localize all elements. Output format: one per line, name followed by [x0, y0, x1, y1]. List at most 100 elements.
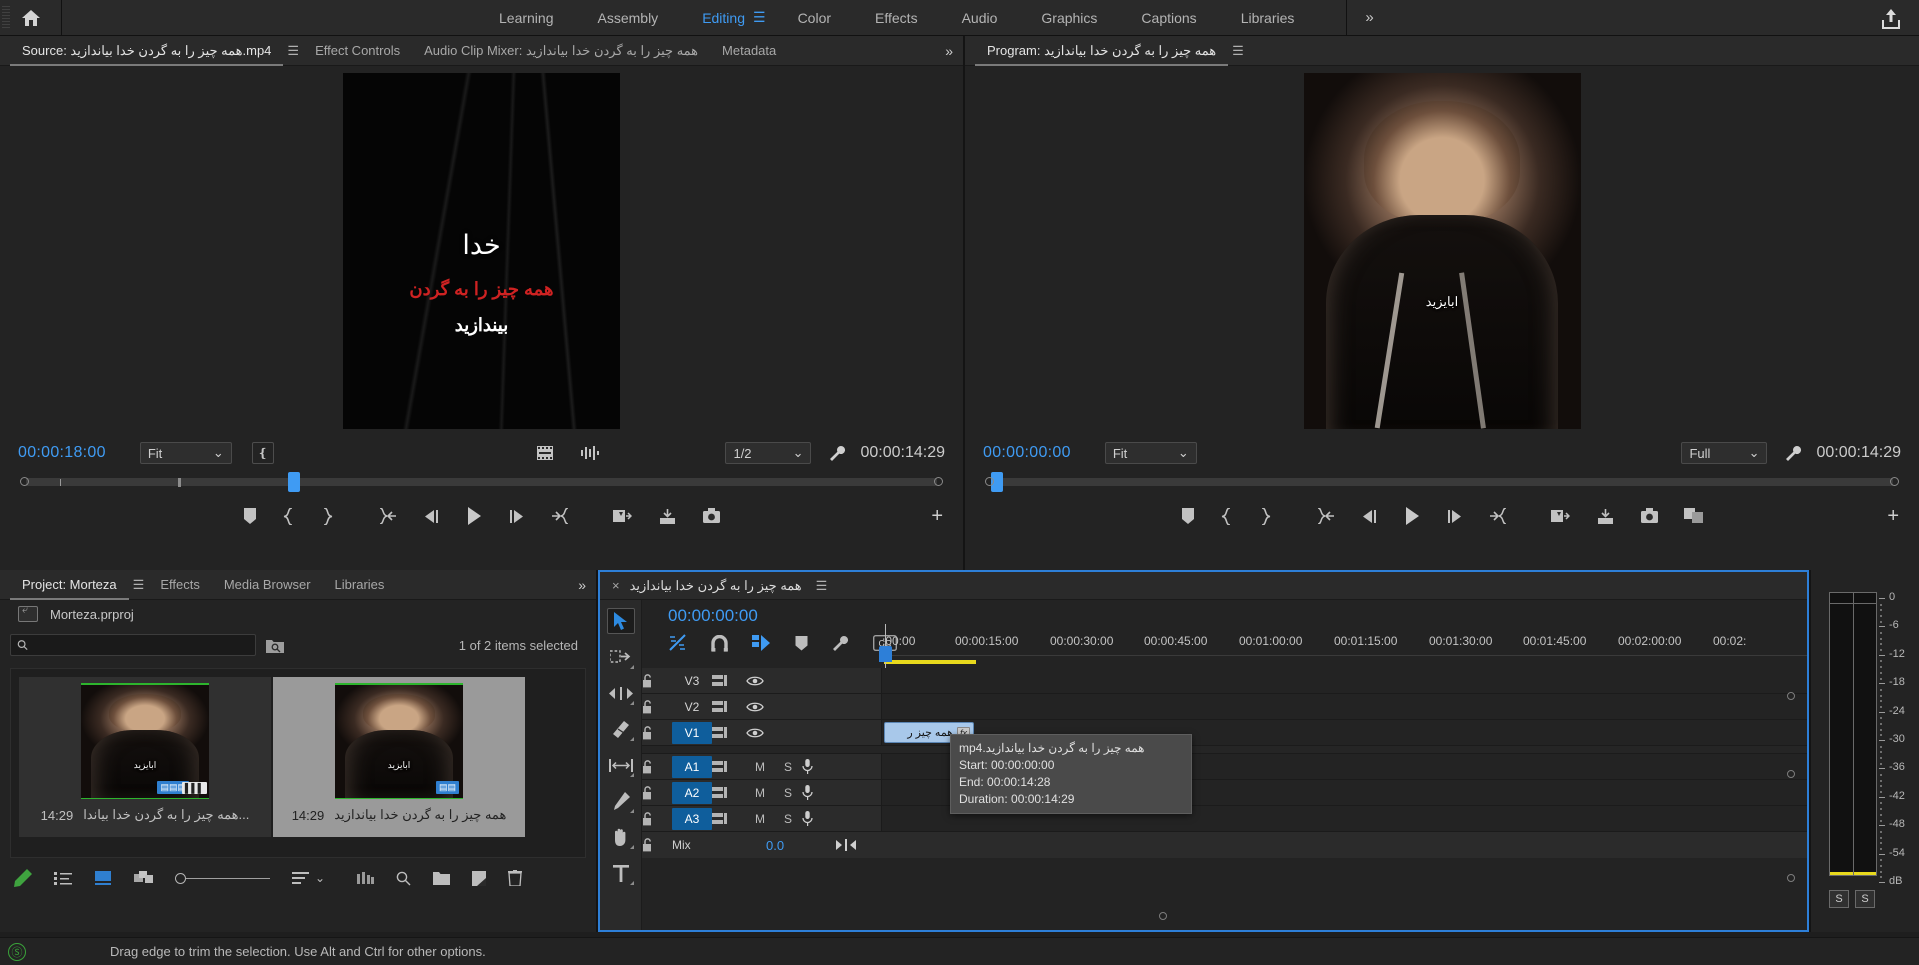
linked-selection-button[interactable]	[752, 634, 771, 652]
track-name-a3[interactable]: A3	[672, 807, 712, 830]
tab-effect-controls[interactable]: Effect Controls	[303, 36, 412, 66]
program-monitor-stage[interactable]: ابایزید	[965, 66, 1919, 436]
timeline-ruler[interactable]: :00:00 00:00:15:00 00:00:30:00 00:00:45:…	[882, 600, 1807, 668]
timeline-track-height-a-dot[interactable]	[1787, 770, 1795, 778]
program-export-frame-button[interactable]	[1640, 508, 1658, 524]
track-lock-icon-v1[interactable]	[642, 725, 672, 740]
source-step-back-button[interactable]	[423, 509, 440, 524]
track-lock-icon-a1[interactable]	[642, 759, 672, 774]
icon-view-button[interactable]	[94, 871, 112, 885]
track-name-v3[interactable]: V3	[672, 670, 712, 692]
parent-bin-icon[interactable]	[18, 604, 38, 622]
track-eye-icon-v3[interactable]	[746, 675, 780, 687]
program-go-to-out-button[interactable]	[1489, 508, 1509, 524]
clear-button[interactable]	[508, 870, 523, 886]
track-row-v3[interactable]: V3	[642, 668, 1807, 694]
track-select-forward-tool[interactable]	[607, 644, 635, 670]
project-item-1-thumbnail[interactable]: ابایزید ▤▤	[335, 683, 463, 799]
track-row-a2[interactable]: A2 M S	[642, 780, 1807, 806]
program-mark-in-button[interactable]	[1221, 507, 1233, 525]
source-video-frame[interactable]: خدا همه چیز را به گردن بیندازید	[343, 73, 620, 429]
project-filter-bin-button[interactable]	[266, 638, 284, 653]
source-button-editor-button[interactable]: +	[931, 505, 943, 528]
workspace-tab-graphics[interactable]: Graphics	[1019, 0, 1119, 36]
automate-to-sequence-button[interactable]	[357, 872, 375, 884]
program-panel-menu-icon[interactable]: ☰	[1228, 43, 1248, 59]
audio-meter-solo-right[interactable]: S	[1855, 890, 1875, 908]
pen-tool[interactable]	[607, 788, 635, 814]
track-lock-icon-mix[interactable]	[642, 838, 672, 852]
workspace-tab-libraries[interactable]: Libraries	[1219, 0, 1317, 36]
program-scrubber[interactable]	[965, 470, 1919, 494]
project-item-grid[interactable]: ابایزید ▤▤▤ ▌▌▌ ...همه چیز را به گردن خد…	[10, 668, 586, 858]
tab-metadata[interactable]: Metadata	[710, 36, 788, 66]
source-select-zoom-level-button[interactable]: ❴	[251, 442, 274, 464]
list-view-button[interactable]	[54, 871, 72, 885]
timeline-sequence-tab[interactable]: همه چیز را به گردن خدا بیاندازید	[630, 578, 802, 594]
program-playhead-timecode[interactable]: 00:00:00:00	[983, 444, 1071, 462]
track-row-v2[interactable]: V2	[642, 694, 1807, 720]
track-lane-v3[interactable]	[882, 668, 1807, 693]
track-name-mix[interactable]: Mix	[672, 838, 714, 852]
project-item-1[interactable]: ابایزید ▤▤ همه چیز را به گردن خدا بیاندا…	[273, 677, 525, 837]
program-extract-button[interactable]	[1596, 508, 1615, 525]
tab-audio-clip-mixer[interactable]: Audio Clip Mixer: همه چیز را به گردن خدا…	[412, 36, 710, 66]
tab-effects[interactable]: Effects	[148, 570, 212, 600]
track-row-v1[interactable]: V1 fx همه چیز ر	[642, 720, 1807, 746]
program-lift-button[interactable]	[1550, 508, 1570, 524]
track-name-a2[interactable]: A2	[672, 781, 712, 804]
timeline-close-button[interactable]: ×	[612, 578, 620, 593]
program-step-back-button[interactable]	[1361, 509, 1378, 524]
workspace-tab-learning[interactable]: Learning	[477, 0, 576, 36]
workspace-tab-captions[interactable]: Captions	[1119, 0, 1218, 36]
workspace-overflow-button[interactable]: »	[1346, 0, 1391, 36]
track-lock-icon-v2[interactable]	[642, 699, 672, 714]
track-target-icon-a3[interactable]	[712, 812, 746, 825]
source-scrub-start-dot[interactable]	[20, 477, 29, 486]
timeline-panel-menu-icon[interactable]: ☰	[812, 578, 832, 594]
program-scrub-track[interactable]	[991, 478, 1893, 486]
add-marker-button[interactable]	[795, 635, 808, 651]
source-go-to-in-button[interactable]	[377, 508, 397, 524]
program-go-to-in-button[interactable]	[1315, 508, 1335, 524]
tab-source[interactable]: Source: همه چیز را به گردن خدا بیاندازید…	[10, 36, 284, 66]
track-solo-button-a3[interactable]: S	[774, 812, 802, 826]
tab-media-browser[interactable]: Media Browser	[212, 570, 323, 600]
timeline-ruler-ticks[interactable]	[882, 642, 1807, 656]
freeform-view-button[interactable]	[134, 871, 153, 885]
source-scrubber[interactable]	[0, 470, 963, 494]
timeline-work-area-bar[interactable]	[884, 660, 976, 664]
timeline-playhead-handle[interactable]	[879, 646, 892, 662]
timeline-playhead-timecode[interactable]: 00:00:00:00	[668, 606, 758, 626]
project-search-input[interactable]	[34, 638, 249, 652]
program-step-forward-button[interactable]	[1446, 509, 1463, 524]
track-row-a1[interactable]: A1 M S	[642, 754, 1807, 780]
track-lock-icon-a2[interactable]	[642, 785, 672, 800]
drag-grip[interactable]	[2, 6, 10, 30]
snap-button[interactable]	[711, 634, 728, 652]
source-mark-in-button[interactable]	[283, 507, 295, 525]
program-button-editor-button[interactable]: +	[1887, 505, 1899, 528]
audio-meter-solo-left[interactable]: S	[1829, 890, 1849, 908]
source-go-to-out-button[interactable]	[551, 508, 571, 524]
track-mute-button-a3[interactable]: M	[746, 812, 774, 826]
hand-tool[interactable]	[607, 824, 635, 850]
workspace-tab-effects[interactable]: Effects	[853, 0, 940, 36]
source-scrub-end-dot[interactable]	[934, 477, 943, 486]
track-solo-button-a2[interactable]: S	[774, 786, 802, 800]
audio-meter-clip-indicators[interactable]	[1829, 592, 1877, 604]
track-target-icon-v1[interactable]	[712, 726, 746, 739]
project-panel-menu-icon[interactable]: ☰	[129, 577, 149, 593]
mix-pan-icon[interactable]	[836, 839, 857, 851]
zoom-slider-track[interactable]	[186, 877, 270, 879]
slip-tool[interactable]	[607, 752, 635, 778]
tab-project[interactable]: Project: Morteza	[10, 570, 129, 600]
timeline-track-height-mix-dot[interactable]	[1787, 874, 1795, 882]
find-button[interactable]	[396, 871, 411, 886]
source-tabs-overflow[interactable]: »	[945, 43, 953, 59]
zoom-slider-knob[interactable]	[175, 872, 186, 884]
tab-program[interactable]: Program: همه چیز را به گردن خدا بیاندازی…	[975, 36, 1229, 66]
program-settings-button[interactable]	[1785, 445, 1802, 462]
track-voice-record-a3[interactable]	[802, 811, 834, 826]
track-voice-record-a1[interactable]	[802, 759, 834, 774]
